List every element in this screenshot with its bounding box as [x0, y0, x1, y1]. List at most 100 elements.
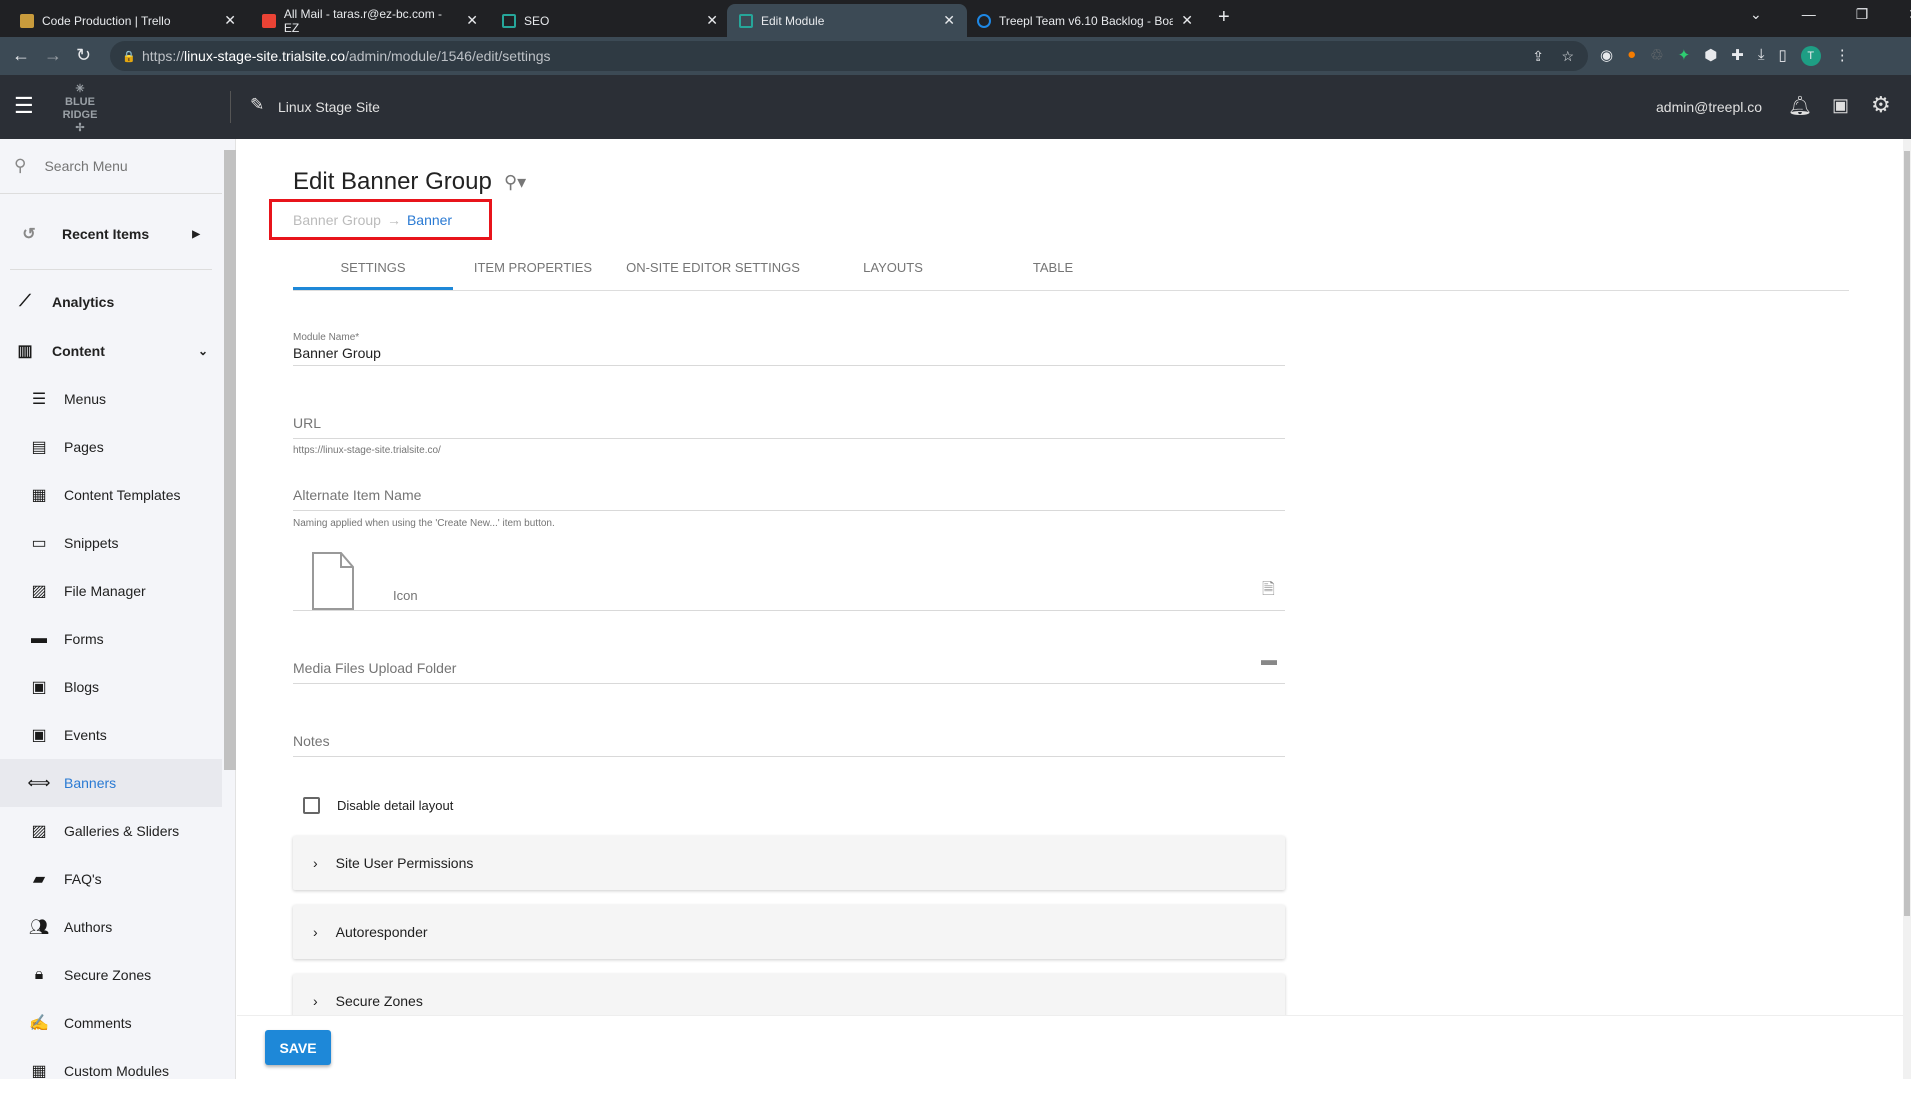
blue-ridge-logo[interactable]: ✳ BLUE RIDGE ✢ [58, 83, 102, 135]
module-name-label: Module Name* [293, 332, 360, 343]
image-icon[interactable]: ▣ [1832, 95, 1849, 116]
calendar-icon: ▣ [31, 727, 47, 744]
close-tab-icon[interactable]: ✕ [706, 12, 718, 29]
comment-icon: ✍ [29, 1015, 49, 1032]
gear-icon[interactable]: ⚙ [1871, 92, 1891, 118]
close-tab-icon[interactable]: ✕ [943, 12, 955, 29]
template-icon: ▦ [31, 487, 47, 504]
sidebar-item-menus[interactable]: ☰ Menus [0, 375, 222, 423]
share-icon[interactable]: ⇪ [1532, 48, 1544, 65]
bell-icon[interactable]: 🔔︎ [1788, 94, 1812, 118]
azure-favicon-icon [977, 13, 991, 28]
browser-tab[interactable]: SEO ✕ [490, 4, 730, 37]
save-button[interactable]: SAVE [265, 1030, 331, 1065]
extension-icon[interactable]: ◉ [1600, 46, 1613, 66]
sidebar-item-pages[interactable]: ▤ Pages [0, 423, 222, 471]
url-hint: https://linux-stage-site.trialsite.co/ [293, 445, 441, 456]
external-edit-icon[interactable]: ✎ [250, 95, 264, 115]
bookmark-star-icon[interactable]: ☆ [1561, 48, 1574, 65]
breadcrumb-item[interactable]: Banner Group [293, 212, 381, 228]
tab-search-icon[interactable]: ⌄ [1750, 6, 1762, 23]
download-icon[interactable]: ⤓ [1758, 46, 1765, 66]
sidebar-item-forms[interactable]: ▬ Forms [0, 615, 222, 663]
sidebar-item-analytics[interactable]: ⟋ Analytics [0, 278, 222, 326]
tab-on-site-editor-settings[interactable]: ON-SITE EDITOR SETTINGS [613, 256, 813, 290]
extension-icon[interactable]: ● [1627, 46, 1636, 66]
browser-tab[interactable]: All Mail - taras.r@ez-bc.com - EZ ✕ [250, 4, 490, 37]
user-email[interactable]: admin@treepl.co [1656, 99, 1762, 115]
chevron-down-icon: ⌄ [197, 344, 208, 358]
close-tab-icon[interactable]: ✕ [224, 12, 236, 29]
sidebar-scrollbar[interactable] [224, 150, 236, 770]
sidebar-recent-items[interactable]: ↺ Recent Items ▶ [0, 210, 222, 258]
hamburger-menu-icon[interactable]: ☰ [14, 93, 34, 119]
columns-icon: ▥ [17, 343, 33, 360]
restore-icon[interactable]: ❐ [1856, 6, 1869, 23]
module-name-input[interactable]: Banner Group [293, 345, 1285, 365]
sidebar-item-events[interactable]: ▣ Events [0, 711, 222, 759]
media-upload-folder-field[interactable]: Media Files Upload Folder [293, 660, 1253, 676]
browser-tab-active[interactable]: Edit Module ✕ [727, 4, 967, 37]
more-menu-icon[interactable]: ⋮ [1835, 46, 1850, 66]
disable-detail-checkbox[interactable] [303, 797, 320, 814]
gallery-icon: ▨ [31, 823, 47, 840]
tab-settings[interactable]: SETTINGS [293, 256, 453, 290]
reload-icon[interactable]: ↻ [76, 45, 91, 66]
sidebar-item-secure-zones[interactable]: 🔒︎ Secure Zones [0, 951, 222, 999]
profile-avatar[interactable]: T [1800, 46, 1821, 66]
tab-layouts[interactable]: LAYOUTS [813, 256, 973, 290]
chat-icon: ▰ [32, 871, 46, 888]
sidebar-item-faq-s[interactable]: ▰ FAQ's [0, 855, 222, 903]
side-panel-icon[interactable]: ▯ [1779, 46, 1787, 66]
sidebar-item-custom-modules[interactable]: ▦ Custom Modules [0, 1047, 222, 1095]
extension-icon[interactable]: ♲ [1650, 46, 1663, 66]
notes-field[interactable]: Notes [293, 733, 1285, 749]
new-tab-button[interactable]: + [1218, 6, 1230, 29]
form-icon: ▬ [31, 630, 47, 647]
search-options-icon[interactable]: ⚲▾ [504, 172, 526, 193]
browser-tab-bar: Code Production | Trello ✕ All Mail - tar… [0, 0, 1911, 37]
sidebar-item-content-templates[interactable]: ▦ Content Templates [0, 471, 222, 519]
folder-icon[interactable]: ▬ [1261, 652, 1277, 670]
add-file-icon[interactable]: 🗎 [1262, 578, 1275, 605]
extensions-puzzle-icon[interactable]: ✚ [1731, 46, 1744, 66]
sidebar-item-content[interactable]: ▥ Content ⌄ [0, 327, 222, 375]
close-tab-icon[interactable]: ✕ [1181, 12, 1193, 29]
sidebar-item-banners[interactable]: ⟺ Banners [0, 759, 222, 807]
browser-tab[interactable]: Treepl Team v6.10 Backlog - Boar ✕ [965, 4, 1205, 37]
sidebar-item-galleries-sliders[interactable]: ▨ Galleries & Sliders [0, 807, 222, 855]
sidebar-item-file-manager[interactable]: ▨ File Manager [0, 567, 222, 615]
accordion-site-user-permissions[interactable]: › Site User Permissions [293, 836, 1285, 890]
url-input[interactable]: 🔒 https://linux-stage-site.trialsite.co/a… [110, 41, 1588, 71]
extension-icon[interactable]: ✦ [1678, 46, 1691, 66]
url-field[interactable]: URL [293, 415, 1285, 431]
forward-icon[interactable]: → [44, 45, 62, 66]
sidebar-item-comments[interactable]: ✍ Comments [0, 999, 222, 1047]
images-icon: ▨ [31, 583, 47, 600]
sidebar-item-authors[interactable]: 👥︎ Authors [0, 903, 222, 951]
alternate-item-name-field[interactable]: Alternate Item Name [293, 487, 1285, 503]
icon-field[interactable]: Icon [393, 588, 418, 603]
snippet-icon: ▭ [31, 535, 47, 552]
chevron-right-icon: › [313, 855, 318, 871]
accordion-autoresponder[interactable]: › Autoresponder [293, 905, 1285, 959]
close-tab-icon[interactable]: ✕ [466, 12, 478, 29]
minimize-icon[interactable]: — [1802, 6, 1816, 23]
page-scrollbar[interactable] [1903, 139, 1911, 1079]
history-icon: ↺ [22, 226, 36, 243]
back-icon[interactable]: ← [12, 45, 30, 66]
breadcrumb-item[interactable]: Banner [407, 212, 452, 228]
tab-item-properties[interactable]: ITEM PROPERTIES [453, 256, 613, 290]
browser-tab[interactable]: Code Production | Trello ✕ [8, 4, 248, 37]
search-menu-input[interactable] [44, 158, 195, 174]
tab-table[interactable]: TABLE [973, 256, 1133, 290]
chevron-right-icon: › [313, 924, 318, 940]
file-placeholder-icon[interactable] [311, 551, 355, 611]
extension-icon[interactable]: ⬢ [1704, 46, 1717, 66]
sidebar-item-blogs[interactable]: ▣ Blogs [0, 663, 222, 711]
sidebar-item-snippets[interactable]: ▭ Snippets [0, 519, 222, 567]
monitor-favicon-icon [739, 13, 753, 28]
page-icon: ▤ [31, 439, 47, 456]
search-menu[interactable]: ⚲ [0, 139, 222, 194]
site-name-link[interactable]: Linux Stage Site [278, 99, 380, 115]
